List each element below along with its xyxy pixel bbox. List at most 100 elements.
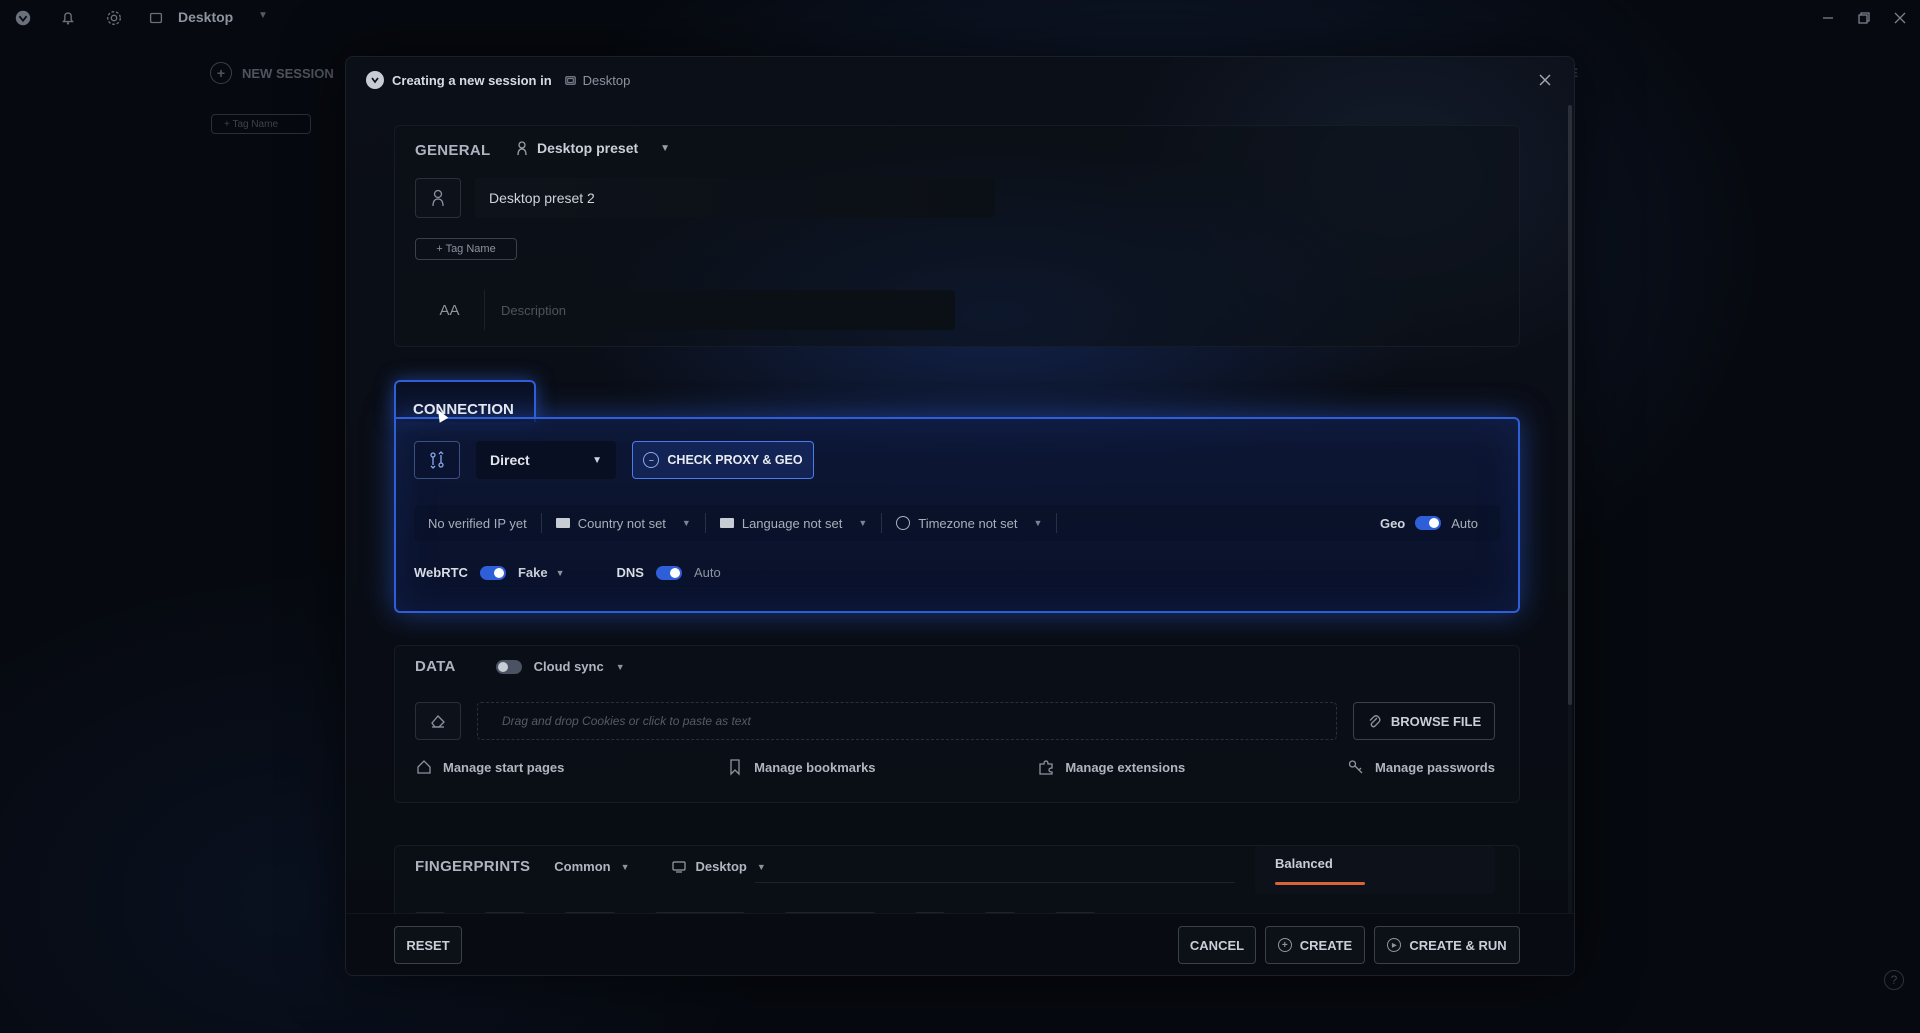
home-icon [417, 760, 431, 774]
gear-icon[interactable] [104, 8, 124, 28]
data-title: DATA [415, 658, 456, 675]
scrollbar-thumb[interactable] [1568, 105, 1572, 705]
description-field[interactable]: AΑ Description [415, 290, 955, 330]
new-session-button[interactable]: + NEW SESSION [210, 62, 334, 84]
country-select[interactable]: Country not set ▼ [542, 513, 706, 533]
connection-type-icon[interactable] [414, 441, 460, 479]
browse-file-button[interactable]: BROWSE FILE [1353, 702, 1495, 740]
logo-icon[interactable] [13, 8, 33, 28]
clear-cookies-button[interactable] [415, 702, 461, 740]
platform-select[interactable]: Desktop ▼ [671, 859, 784, 874]
plus-icon: + [210, 62, 232, 84]
bookmark-icon [730, 759, 740, 776]
language-select[interactable]: Language not set ▼ [706, 513, 883, 533]
cookies-drop-zone[interactable]: Drag and drop Cookies or click to paste … [477, 702, 1337, 740]
location-label: Desktop [582, 72, 631, 88]
person-icon [432, 189, 444, 207]
manage-extensions-link[interactable]: Manage extensions [1037, 758, 1185, 776]
manage-bookmarks-link[interactable]: Manage bookmarks [726, 758, 876, 776]
ip-status-label: No verified IP yet [428, 515, 527, 531]
chevron-down-icon: ▼ [756, 861, 766, 872]
general-title: GENERAL [415, 142, 491, 159]
geo-value: Auto [1451, 515, 1478, 531]
clock-icon [896, 516, 911, 530]
dialog-header-text: Creating a new session in [392, 72, 552, 88]
webrtc-value: Fake [517, 565, 548, 580]
balanced-label: Balanced [1275, 856, 1333, 871]
data-header: DATA Cloud sync ▼ [415, 658, 625, 675]
dns-label: DNS [616, 565, 644, 580]
flag-icon [719, 518, 734, 528]
cancel-button[interactable]: CANCEL [1178, 926, 1256, 964]
preset-dropdown[interactable]: Desktop preset ▼ [515, 140, 670, 156]
check-proxy-label: CHECK PROXY & GEO [667, 453, 803, 467]
create-and-run-button[interactable]: ▸ CREATE & RUN [1374, 926, 1520, 964]
cloud-sync-select[interactable]: Cloud sync ▼ [495, 659, 625, 674]
chevron-down-icon: ▼ [660, 142, 671, 154]
chevron-down-icon: ▼ [1033, 518, 1043, 528]
flag-icon [555, 518, 570, 528]
chevron-down-icon: ▼ [858, 518, 868, 528]
plus-icon: + [1277, 938, 1292, 952]
dialog-header-location: Desktop [564, 72, 631, 88]
check-proxy-icon: – [643, 452, 660, 468]
font-icon: AΑ [415, 290, 485, 330]
add-tag-button[interactable]: + Tag Name [415, 238, 517, 260]
folder-icon [564, 75, 576, 85]
chevron-down-icon[interactable]: ▼ [258, 10, 268, 21]
session-name-input[interactable]: Desktop preset 2 [475, 178, 995, 218]
app-logo-icon [366, 71, 384, 89]
dialog-footer: RESET CANCEL + CREATE ▸ CREATE & RUN [346, 913, 1574, 975]
webrtc-toggle[interactable] [479, 565, 506, 580]
manage-links-row: Manage start pages Manage bookmarks Mana… [415, 758, 1495, 776]
avatar-button[interactable] [415, 178, 461, 218]
background-tag-button[interactable]: + Tag Name [211, 114, 311, 134]
play-icon: ▸ [1387, 938, 1402, 952]
country-label: Country not set [577, 515, 666, 531]
bell-icon[interactable] [58, 8, 78, 28]
workspace-icon [146, 8, 166, 28]
manage-start-pages-link[interactable]: Manage start pages [415, 758, 564, 776]
puzzle-icon [1039, 760, 1053, 775]
dialog-close-icon[interactable] [1534, 69, 1556, 91]
minimize-icon[interactable] [1818, 8, 1838, 28]
manage-start-pages-label: Manage start pages [443, 759, 565, 775]
restore-icon[interactable] [1854, 8, 1874, 28]
preset-label: Desktop preset [537, 140, 639, 156]
balanced-indicator-bar [1275, 882, 1365, 885]
fingerprint-mode-select[interactable]: Common ▼ [554, 859, 647, 874]
close-icon[interactable] [1890, 8, 1910, 28]
geo-toggle[interactable] [1415, 516, 1442, 530]
divider [755, 882, 1235, 883]
timezone-select[interactable]: Timezone not set ▼ [882, 513, 1058, 533]
eraser-icon [431, 715, 445, 728]
app-window: Desktop ▼ + NEW SESSION + Tag Name E ? C… [0, 0, 1920, 1033]
chevron-down-icon: ▼ [615, 661, 625, 672]
geo-label: Geo [1379, 515, 1406, 531]
help-icon[interactable]: ? [1884, 970, 1904, 990]
fingerprints-header: FINGERPRINTS Common ▼ Desktop ▼ [415, 858, 784, 875]
general-section: GENERAL Desktop preset ▼ Desktop preset … [394, 125, 1520, 347]
new-session-label: NEW SESSION [242, 65, 334, 81]
create-label: CREATE [1299, 937, 1353, 953]
dns-toggle[interactable] [655, 565, 682, 580]
new-session-dialog: Creating a new session in Desktop GENERA… [345, 56, 1575, 976]
webrtc-mode-select[interactable]: Fake ▼ [518, 565, 565, 580]
title-bar: Desktop ▼ [0, 0, 1920, 36]
manage-passwords-link[interactable]: Manage passwords [1347, 758, 1495, 776]
cloud-sync-toggle[interactable] [495, 659, 522, 674]
workspace-title[interactable]: Desktop [178, 9, 233, 25]
data-section: DATA Cloud sync ▼ Drag and drop Cookies … [394, 645, 1520, 803]
webrtc-dns-row: WebRTC Fake ▼ DNS Auto [414, 565, 721, 580]
balanced-profile-tab[interactable]: Balanced [1255, 846, 1495, 894]
proxy-type-select[interactable]: Direct ▼ [476, 441, 616, 479]
connection-section: Direct ▼ – CHECK PROXY & GEO No verified… [394, 417, 1520, 613]
timezone-label: Timezone not set [918, 515, 1018, 531]
reset-button[interactable]: RESET [394, 926, 462, 964]
description-input[interactable]: Description [485, 303, 566, 318]
key-icon [1348, 760, 1363, 774]
create-button[interactable]: + CREATE [1265, 926, 1365, 964]
manage-passwords-label: Manage passwords [1375, 759, 1495, 775]
platform-value: Desktop [695, 859, 747, 874]
check-proxy-button[interactable]: – CHECK PROXY & GEO [632, 441, 814, 479]
